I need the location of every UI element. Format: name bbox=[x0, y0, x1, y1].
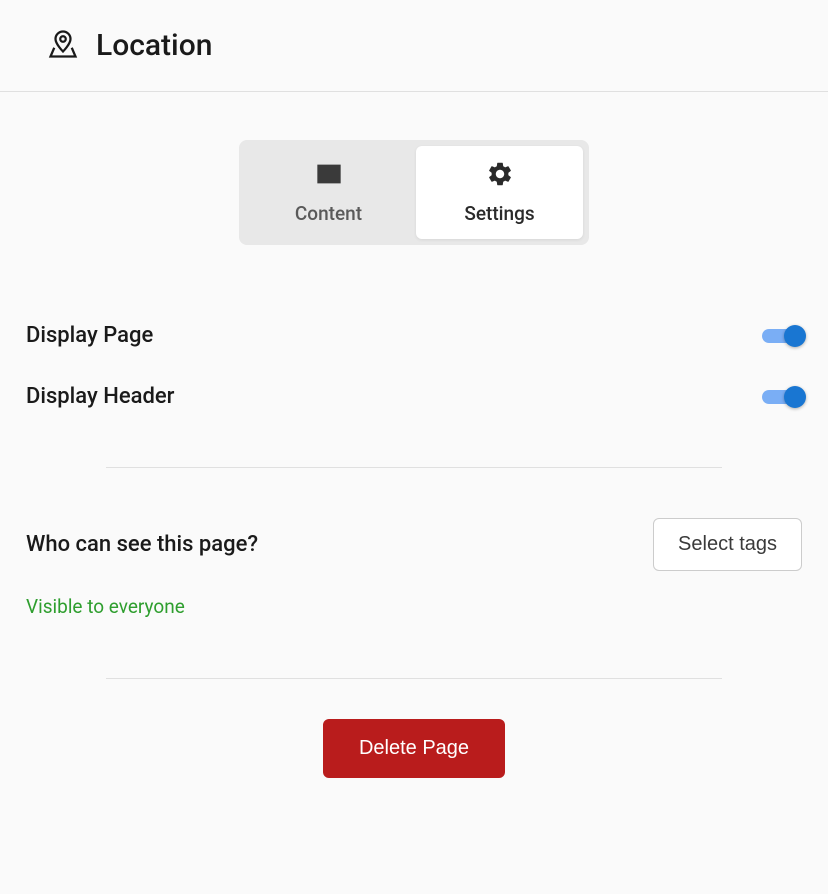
visibility-title: Who can see this page? bbox=[26, 532, 258, 557]
display-header-row: Display Header bbox=[26, 366, 802, 427]
display-page-row: Display Page bbox=[26, 305, 802, 366]
visibility-status: Visible to everyone bbox=[26, 595, 802, 618]
display-header-label: Display Header bbox=[26, 384, 174, 409]
gear-icon bbox=[486, 160, 514, 192]
delete-section: Delete Page bbox=[26, 719, 802, 778]
tab-content[interactable]: Content bbox=[245, 146, 412, 239]
location-pin-icon bbox=[48, 29, 78, 63]
divider bbox=[106, 467, 722, 468]
display-page-toggle[interactable] bbox=[762, 327, 802, 345]
tab-group: Content Settings bbox=[239, 140, 589, 245]
display-header-toggle[interactable] bbox=[762, 388, 802, 406]
page-header: Location bbox=[0, 0, 828, 92]
tab-settings-label: Settings bbox=[464, 202, 534, 225]
tab-content-label: Content bbox=[295, 202, 362, 225]
display-page-label: Display Page bbox=[26, 323, 153, 348]
visibility-section: Who can see this page? Select tags Visib… bbox=[26, 508, 802, 638]
content-area: Content Settings Display Page Display He… bbox=[0, 92, 828, 818]
select-tags-button[interactable]: Select tags bbox=[653, 518, 802, 571]
content-panel-icon bbox=[315, 160, 343, 192]
divider bbox=[106, 678, 722, 679]
page-title: Location bbox=[96, 28, 212, 63]
tab-settings[interactable]: Settings bbox=[416, 146, 583, 239]
delete-page-button[interactable]: Delete Page bbox=[323, 719, 505, 778]
